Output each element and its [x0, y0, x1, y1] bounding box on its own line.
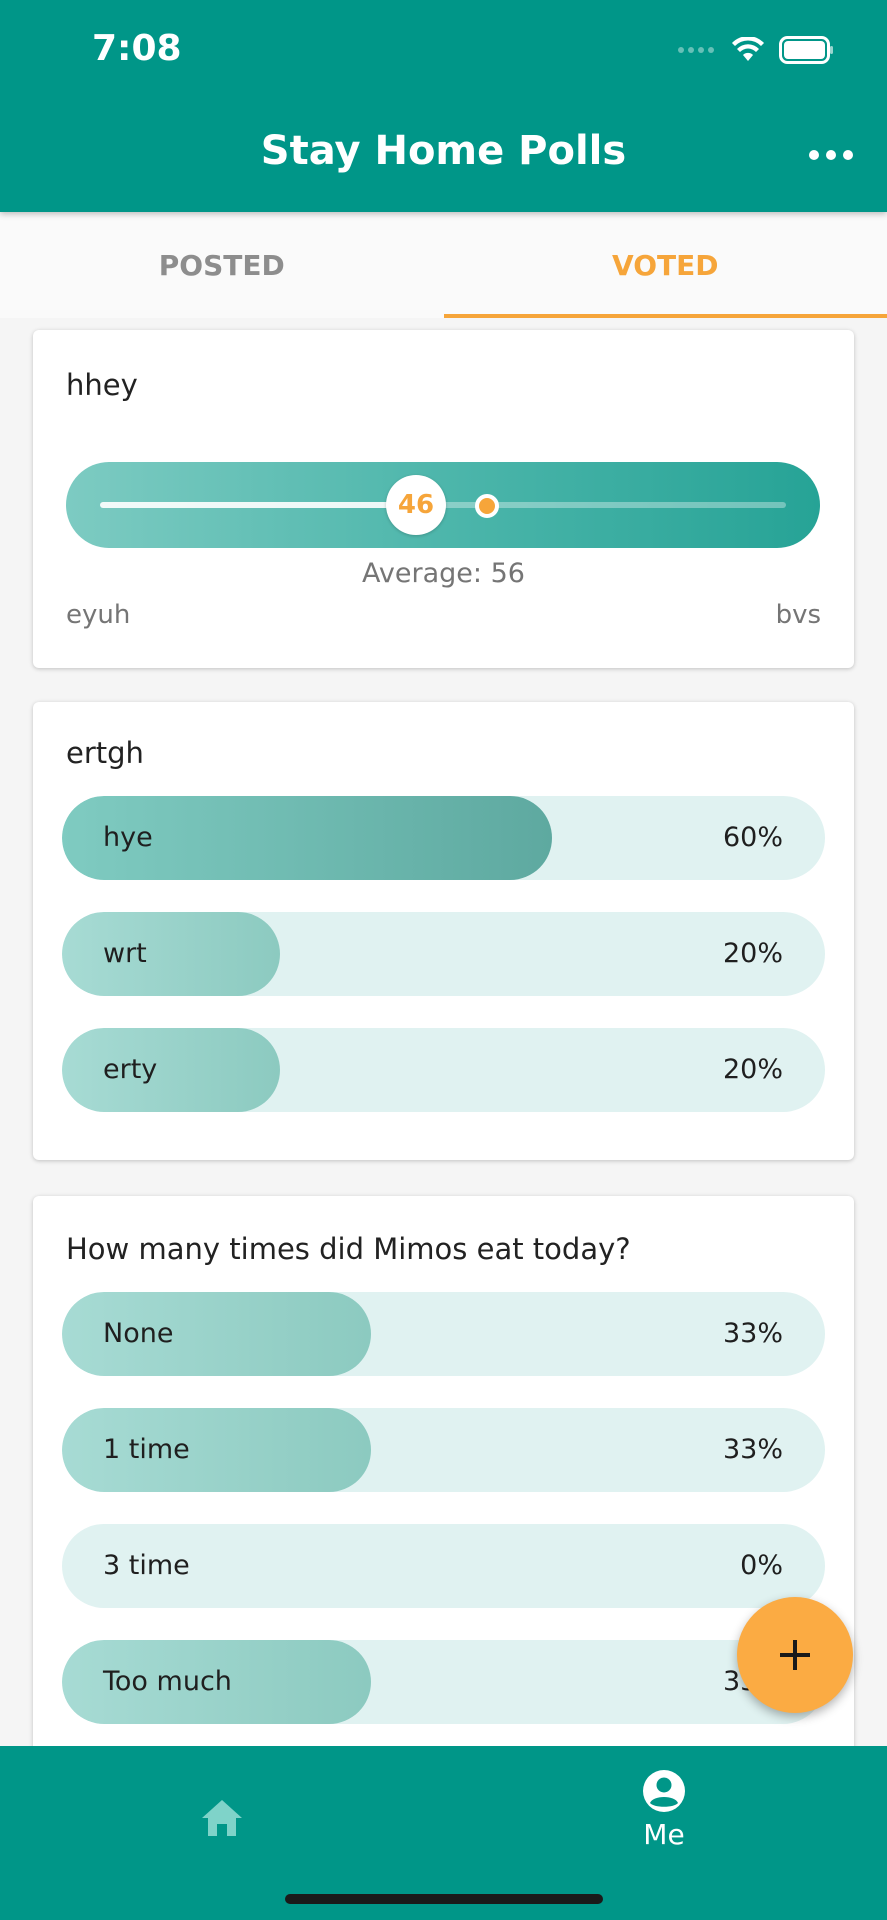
- poll-option[interactable]: wrt 20%: [62, 912, 825, 996]
- slider-track[interactable]: 46: [66, 462, 820, 548]
- poll-card-slider: hhey 46 Average: 56 eyuh bvs: [33, 330, 854, 668]
- poll-option[interactable]: None 33%: [62, 1292, 825, 1376]
- cellular-signal-icon: [678, 47, 714, 53]
- status-time: 7:08: [92, 28, 182, 69]
- poll-option[interactable]: 1 time 33%: [62, 1408, 825, 1492]
- poll-question: How many times did Mimos eat today?: [66, 1232, 631, 1266]
- wifi-icon: [732, 37, 764, 61]
- option-label: wrt: [103, 938, 147, 969]
- option-result-bar: [62, 1028, 280, 1112]
- plus-icon: [780, 1640, 810, 1670]
- slider-filled-line: [100, 502, 396, 508]
- poll-option[interactable]: 3 time 0%: [62, 1524, 825, 1608]
- average-text: Average: 56: [362, 558, 525, 589]
- option-percent: 20%: [722, 1054, 783, 1085]
- average-marker: [475, 494, 499, 518]
- poll-option[interactable]: hye 60%: [62, 796, 825, 880]
- option-label: Too much: [103, 1666, 232, 1697]
- slider-remaining-line: [396, 502, 786, 508]
- home-icon: [202, 1800, 242, 1836]
- poll-option[interactable]: erty 20%: [62, 1028, 825, 1112]
- option-label: hye: [103, 822, 153, 853]
- option-percent: 33%: [722, 1318, 783, 1349]
- option-label: None: [103, 1318, 174, 1349]
- page-title: Stay Home Polls: [260, 128, 627, 174]
- option-percent: 33%: [722, 1434, 783, 1465]
- poll-question: hhey: [66, 368, 138, 402]
- poll-option[interactable]: Too much 33%: [62, 1640, 825, 1724]
- nav-home[interactable]: [180, 1776, 264, 1860]
- option-label: 1 time: [103, 1434, 190, 1465]
- account-circle-icon: [643, 1770, 685, 1812]
- slider-thumb[interactable]: 46: [386, 475, 446, 535]
- add-poll-button[interactable]: [737, 1597, 853, 1713]
- status-icons: [677, 34, 835, 66]
- tab-posted[interactable]: POSTED: [0, 212, 444, 318]
- battery-icon: [779, 36, 833, 64]
- slider-max-label: bvs: [775, 600, 821, 630]
- poll-card-choice: How many times did Mimos eat today? None…: [33, 1196, 854, 1746]
- poll-question: ertgh: [66, 736, 144, 770]
- more-options-icon[interactable]: [809, 140, 853, 170]
- app-header: 7:08 Stay Home Polls: [0, 0, 887, 212]
- option-label: erty: [103, 1054, 158, 1085]
- option-percent: 60%: [722, 822, 783, 853]
- option-percent: 0%: [740, 1550, 783, 1581]
- home-indicator: [285, 1894, 603, 1904]
- nav-me-label: Me: [643, 1818, 685, 1851]
- tab-bar: POSTED VOTED: [0, 212, 887, 318]
- poll-list[interactable]: hhey 46 Average: 56 eyuh bvs ertgh hye 6…: [0, 318, 887, 1746]
- slider-min-label: eyuh: [66, 600, 131, 630]
- option-percent: 20%: [722, 938, 783, 969]
- nav-me[interactable]: Me: [604, 1768, 724, 1868]
- option-result-bar: [62, 912, 280, 996]
- poll-card-choice: ertgh hye 60% wrt 20% erty 20%: [33, 702, 854, 1160]
- tab-voted[interactable]: VOTED: [443, 212, 887, 318]
- option-label: 3 time: [103, 1550, 190, 1581]
